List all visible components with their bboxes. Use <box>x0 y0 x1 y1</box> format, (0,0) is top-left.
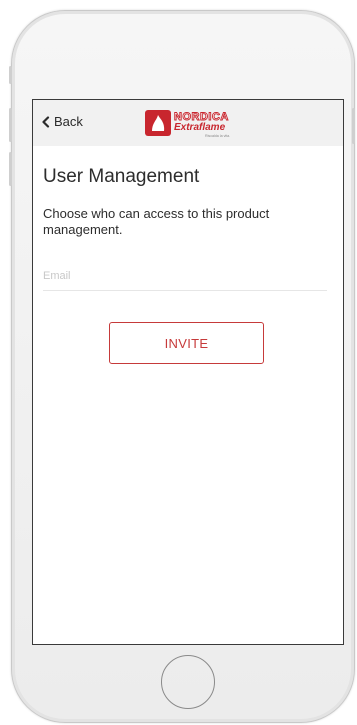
chevron-left-icon <box>42 115 50 128</box>
volume-down-button <box>9 152 12 186</box>
home-button[interactable] <box>161 655 215 709</box>
navigation-bar: Back NORDICA Extraflame Riscalda la vita… <box>33 100 343 146</box>
power-button <box>352 108 355 144</box>
logo-brand-bottom: Extraflame <box>174 122 226 133</box>
volume-up-button <box>9 108 12 142</box>
device-frame: Back NORDICA Extraflame Riscalda la vita… <box>0 0 357 725</box>
email-field[interactable] <box>43 262 327 291</box>
back-button[interactable]: Back <box>41 114 83 129</box>
back-label: Back <box>54 114 83 129</box>
nordica-extraflame-logo: NORDICA Extraflame Riscalda la vita. <box>145 110 230 138</box>
mute-switch <box>9 66 12 84</box>
app-screen: Back NORDICA Extraflame Riscalda la vita… <box>32 99 344 645</box>
invite-button[interactable]: INVITE <box>109 322 264 364</box>
page-title: User Management <box>43 166 200 187</box>
logo-tagline: Riscalda la vita. <box>205 134 230 138</box>
page-description: Choose who can access to this product ma… <box>43 206 270 237</box>
